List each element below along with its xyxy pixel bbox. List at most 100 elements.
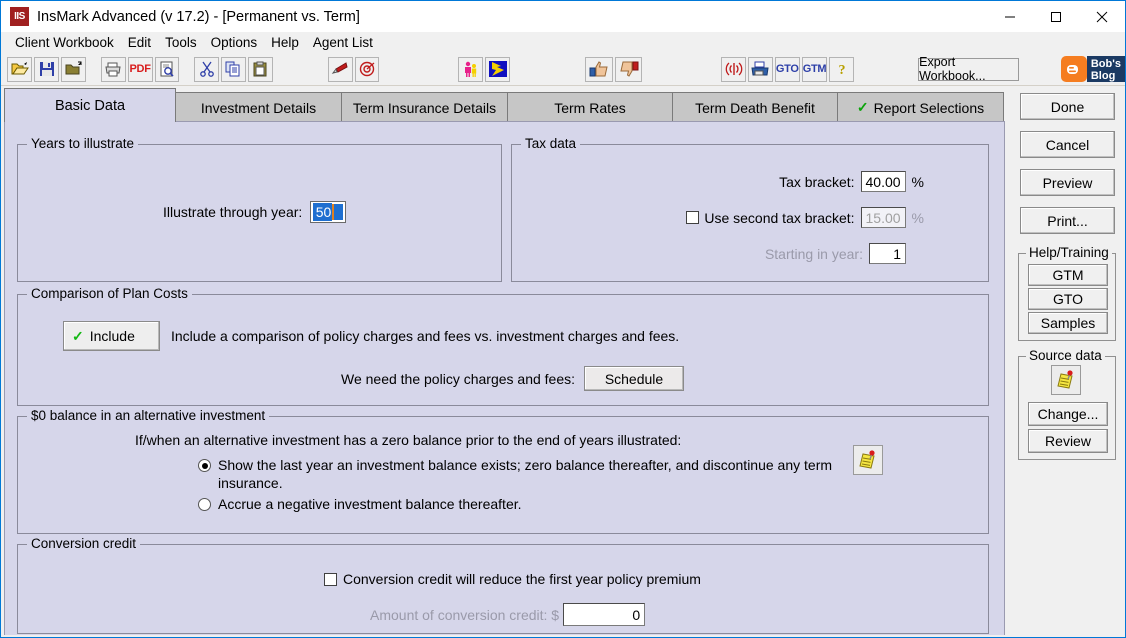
tab-basic-data[interactable]: Basic Data — [4, 88, 176, 122]
second-tax-bracket-input[interactable]: 15.00 — [861, 207, 906, 228]
gto-help-button[interactable]: GTO — [1028, 288, 1108, 310]
tab-term-rates-label: Term Rates — [554, 100, 626, 116]
done-button[interactable]: Done — [1020, 93, 1115, 120]
radio-show-last-year[interactable] — [198, 459, 211, 472]
tab-term-rates[interactable]: Term Rates — [507, 92, 673, 122]
conversion-credit-checkbox-label: Conversion credit will reduce the first … — [343, 571, 701, 587]
open-icon[interactable] — [7, 57, 32, 82]
pdf-icon[interactable]: PDF — [128, 57, 153, 82]
clients-icon[interactable] — [458, 57, 483, 82]
years-to-illustrate-legend: Years to illustrate — [27, 136, 138, 151]
menu-bar: Client Workbook Edit Tools Options Help … — [1, 32, 1125, 53]
menu-edit[interactable]: Edit — [121, 34, 158, 51]
notepad-icon[interactable] — [1051, 365, 1081, 395]
menu-options[interactable]: Options — [204, 34, 265, 51]
need-policy-charges-label: We need the policy charges and fees: — [341, 371, 575, 387]
conversion-credit-amount-input[interactable]: 0 — [563, 603, 645, 626]
gtm-button[interactable]: GTM — [802, 57, 828, 82]
maximize-icon[interactable] — [1033, 1, 1079, 32]
print-preview-icon[interactable] — [155, 57, 180, 82]
radio-show-last-year-label: Show the last year an investment balance… — [218, 456, 833, 492]
print-icon[interactable] — [101, 57, 126, 82]
review-source-button[interactable]: Review — [1028, 429, 1108, 453]
menu-help[interactable]: Help — [264, 34, 306, 51]
radio-accrue-negative[interactable] — [198, 498, 211, 511]
blogger-icon — [1061, 56, 1087, 82]
tab-strip: Basic Data Investment Details Term Insur… — [4, 88, 1005, 122]
window-title: InsMark Advanced (v 17.2) - [Permanent v… — [37, 9, 360, 25]
cancel-button[interactable]: Cancel — [1020, 131, 1115, 158]
tab-term-death-benefit-label: Term Death Benefit — [695, 100, 815, 116]
folder-icon[interactable] — [61, 57, 86, 82]
window-controls — [987, 1, 1125, 32]
change-source-button[interactable]: Change... — [1028, 402, 1108, 426]
tab-report-selections-label: Report Selections — [874, 100, 985, 116]
target-icon[interactable] — [355, 57, 380, 82]
notepad-icon[interactable] — [853, 445, 883, 475]
menu-client-workbook[interactable]: Client Workbook — [8, 34, 121, 51]
help-training-legend: Help/Training — [1026, 245, 1112, 260]
paste-icon[interactable] — [248, 57, 273, 82]
comparison-description: Include a comparison of policy charges a… — [171, 328, 679, 344]
action-sidebar: Done Cancel Preview Print... Help/Traini… — [1009, 88, 1123, 636]
save-icon[interactable] — [34, 57, 59, 82]
zero-balance-intro: If/when an alternative investment has a … — [135, 432, 681, 448]
second-tax-bracket-unit: % — [912, 210, 924, 226]
cut-icon[interactable] — [194, 57, 219, 82]
tax-bracket-input[interactable]: 40.00 — [861, 171, 906, 192]
svg-text:?: ? — [838, 63, 845, 77]
conversion-credit-legend: Conversion credit — [27, 536, 140, 551]
help-icon[interactable]: ? — [829, 57, 854, 82]
tab-term-insurance-details[interactable]: Term Insurance Details — [341, 92, 508, 122]
basic-data-panel: Years to illustrate Illustrate through y… — [4, 121, 1005, 636]
tab-term-death-benefit[interactable]: Term Death Benefit — [672, 92, 838, 122]
status-bar — [1, 635, 1125, 637]
include-comparison-label: Include — [90, 328, 135, 344]
source-data-legend: Source data — [1026, 348, 1105, 363]
comparison-of-plan-costs-legend: Comparison of Plan Costs — [27, 286, 192, 301]
tab-investment-details-label: Investment Details — [201, 100, 316, 116]
bobs-blog-link[interactable]: Bob's Blog — [1061, 56, 1125, 82]
starting-in-year-label: Starting in year: — [765, 246, 863, 262]
comparison-of-plan-costs-group: Comparison of Plan Costs ✓ Include Inclu… — [17, 294, 989, 406]
fax-icon[interactable] — [748, 57, 773, 82]
thumbs-up-icon[interactable] — [585, 57, 613, 82]
include-comparison-button[interactable]: ✓ Include — [63, 321, 160, 351]
illustrate-through-year-label: Illustrate through year: — [163, 204, 302, 220]
gto-button[interactable]: GTO — [775, 57, 800, 82]
tab-investment-details[interactable]: Investment Details — [175, 92, 342, 122]
application-window: IIS InsMark Advanced (v 17.2) - [Permane… — [0, 0, 1126, 638]
gtm-help-button[interactable]: GTM — [1028, 264, 1108, 286]
lightning-icon[interactable] — [485, 57, 510, 82]
menu-agent-list[interactable]: Agent List — [306, 34, 380, 51]
use-second-tax-bracket-checkbox[interactable] — [686, 211, 699, 224]
use-second-tax-bracket-label: Use second tax bracket: — [704, 210, 854, 226]
starting-in-year-input[interactable]: 1 — [869, 243, 906, 264]
tab-report-selections[interactable]: ✓ Report Selections — [837, 92, 1004, 122]
export-workbook-button[interactable]: Export Workbook... — [918, 58, 1019, 81]
conversion-credit-checkbox[interactable] — [324, 573, 337, 586]
tax-data-group: Tax data Tax bracket: 40.00 % Use second… — [511, 144, 989, 282]
tax-data-legend: Tax data — [521, 136, 580, 151]
blog-line2: Blog — [1091, 70, 1121, 82]
preview-button[interactable]: Preview — [1020, 169, 1115, 196]
source-data-group: Source data Change... Review — [1018, 356, 1116, 460]
illustrate-through-year-input[interactable]: 50 — [310, 201, 346, 223]
thumbs-down-icon[interactable] — [615, 57, 643, 82]
tax-bracket-unit: % — [912, 174, 924, 190]
print-button[interactable]: Print... — [1020, 207, 1115, 234]
copy-icon[interactable] — [221, 57, 246, 82]
zero-balance-legend: $0 balance in an alternative investment — [27, 408, 269, 423]
gtm-label: GTM — [803, 63, 827, 75]
megaphone-icon[interactable] — [328, 57, 353, 82]
radio-accrue-negative-label: Accrue a negative investment balance the… — [218, 496, 522, 512]
close-icon[interactable] — [1079, 1, 1125, 32]
check-icon: ✓ — [72, 328, 84, 345]
broadcast-icon[interactable] — [721, 57, 746, 82]
title-bar: IIS InsMark Advanced (v 17.2) - [Permane… — [1, 1, 1125, 32]
minimize-icon[interactable] — [987, 1, 1033, 32]
samples-button[interactable]: Samples — [1028, 312, 1108, 334]
menu-tools[interactable]: Tools — [158, 34, 204, 51]
schedule-button[interactable]: Schedule — [584, 366, 684, 391]
blog-line1: Bob's — [1091, 58, 1121, 70]
